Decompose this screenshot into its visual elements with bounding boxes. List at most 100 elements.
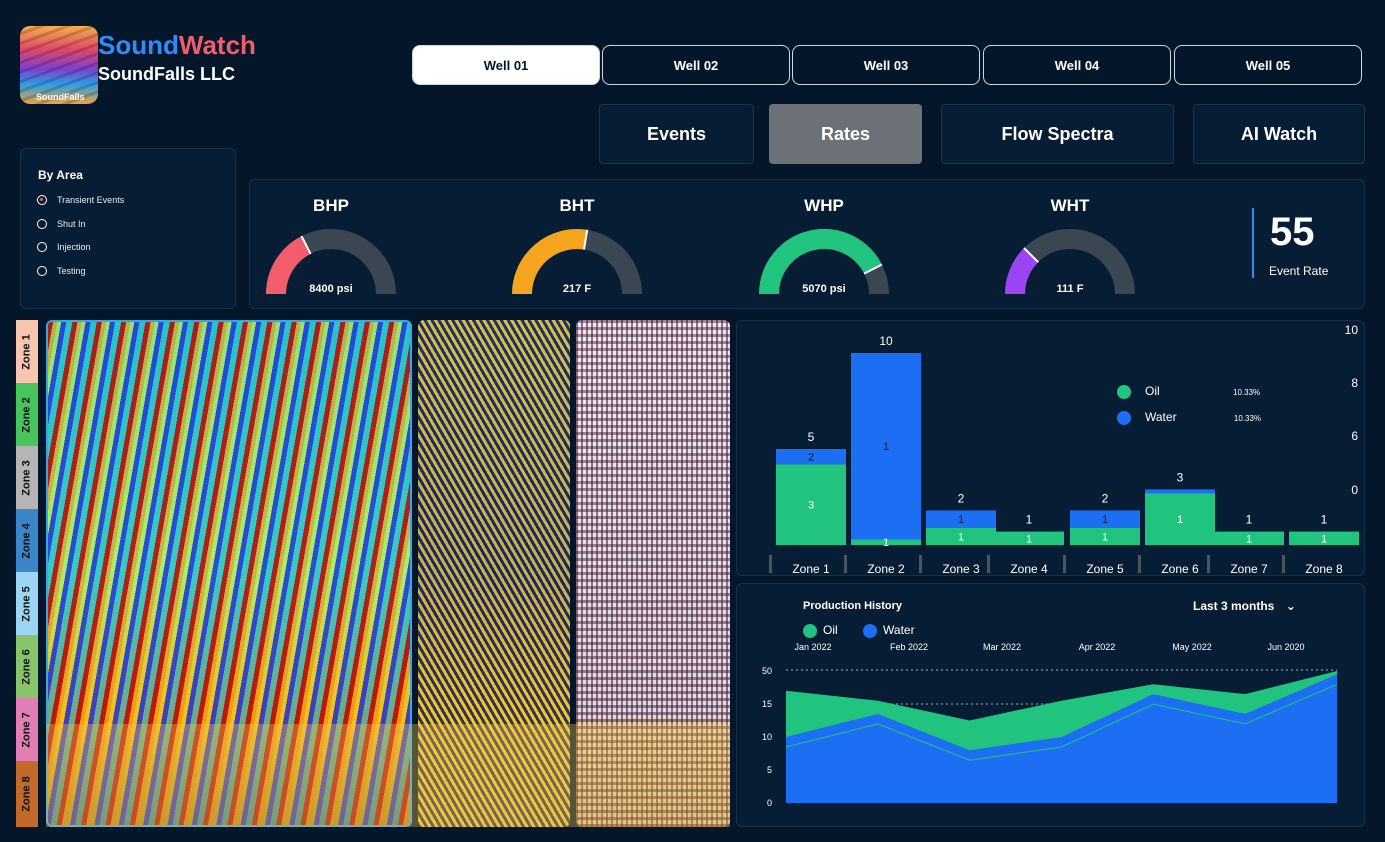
- bar-oil-label: 1: [958, 531, 964, 543]
- x-tick-label: Jan 2022: [794, 642, 831, 652]
- chevron-down-icon: ⌄: [1285, 599, 1296, 613]
- bar-total-label: 1: [1246, 513, 1253, 527]
- x-tick-label: Jun 2020: [1267, 642, 1304, 652]
- x-tick-label: Zone 3: [942, 562, 980, 576]
- y-tick-label: 0: [1351, 483, 1358, 497]
- x-tick-label: Mar 2022: [983, 642, 1021, 652]
- radio-icon[interactable]: [37, 242, 47, 252]
- bar-total-label: 10: [879, 334, 893, 348]
- y-tick-label: 15: [762, 699, 772, 709]
- y-tick-label: 0: [767, 798, 772, 808]
- radio-icon[interactable]: [37, 266, 47, 276]
- water-dot-icon: [1117, 410, 1131, 425]
- gauge-title-bht: BHT: [559, 196, 595, 215]
- das-waterfall-heatmap[interactable]: [46, 320, 412, 827]
- range-select[interactable]: Last 3 months ⌄: [1193, 599, 1296, 613]
- legend-water: Water 10.33%: [1117, 410, 1261, 425]
- radio-selected-icon[interactable]: [37, 195, 47, 205]
- bar-oil-label: 1: [883, 537, 889, 549]
- gauge-value-bht: 217 F: [562, 283, 592, 295]
- gauge-value-whp: 5070 psi: [802, 283, 846, 295]
- logo-text: SoundFalls: [36, 92, 85, 102]
- radio-transient-events[interactable]: Transient Events: [37, 192, 124, 208]
- x-tick-label: Feb 2022: [890, 642, 928, 652]
- zone-label-5: Zone 5: [16, 572, 38, 635]
- bar-total-label: 5: [808, 430, 815, 444]
- bar-total-label: 2: [1102, 491, 1109, 505]
- bar-oil-label: 3: [808, 500, 814, 512]
- x-tick-mark: [1282, 555, 1285, 573]
- oil-dot-icon: [1117, 384, 1131, 399]
- area-filter-title: By Area: [38, 168, 83, 182]
- tab-rates[interactable]: Rates: [769, 104, 922, 164]
- gauge-title-bhp: BHP: [313, 196, 349, 215]
- bar-water-label: 1: [1102, 514, 1108, 526]
- event-rate-value: 55: [1270, 210, 1315, 254]
- bar-oil-label: 1: [1246, 533, 1252, 545]
- water-dot-icon: [863, 623, 878, 638]
- x-tick-mark: [769, 555, 772, 573]
- radio-shut-in[interactable]: Shut In: [37, 216, 86, 232]
- production-history-title: Production History: [803, 600, 903, 612]
- zone-label-1: Zone 1: [16, 320, 38, 383]
- bar-oil-label: 1: [1177, 514, 1183, 526]
- bar-water-label: 1: [958, 514, 964, 526]
- event-rate-label: Event Rate: [1269, 264, 1329, 278]
- y-tick-label: 5: [767, 765, 772, 775]
- bar-total-label: 1: [1321, 513, 1328, 527]
- bar-water-label: 1: [883, 441, 889, 453]
- bar-total-label: 3: [1177, 470, 1184, 484]
- radio-testing[interactable]: Testing: [37, 263, 86, 279]
- company-name: SoundFalls LLC: [98, 64, 235, 84]
- y-tick-label: 10: [1345, 323, 1359, 337]
- history-legend: Oil Water: [803, 623, 915, 638]
- x-tick-label: Zone 2: [867, 562, 905, 576]
- tab-ai-watch[interactable]: AI Watch: [1193, 104, 1365, 164]
- x-tick-label: May 2022: [1172, 642, 1212, 652]
- zone-label-3: Zone 3: [16, 446, 38, 509]
- y-tick-label: 6: [1351, 429, 1358, 443]
- bar-total-label: 2: [958, 491, 965, 505]
- tab-well-05[interactable]: Well 05: [1174, 45, 1362, 85]
- company-logo: SoundFalls: [20, 26, 98, 104]
- zone-label-2: Zone 2: [16, 383, 38, 446]
- y-tick-label: 8: [1351, 376, 1358, 390]
- x-tick-label: Zone 8: [1305, 562, 1343, 576]
- tab-well-01[interactable]: Well 01: [412, 45, 600, 85]
- tab-flow-spectra[interactable]: Flow Spectra: [941, 104, 1174, 164]
- x-tick-mark: [1063, 555, 1066, 573]
- oil-dot-icon: [803, 623, 817, 638]
- bar-water: [1145, 489, 1215, 494]
- gauge-value-wht: 111 F: [1056, 283, 1084, 295]
- x-tick-mark: [919, 555, 922, 573]
- event-rate-divider: [1252, 208, 1254, 278]
- x-tick-label: Zone 5: [1086, 562, 1124, 576]
- tab-well-04[interactable]: Well 04: [983, 45, 1171, 85]
- zone-rates-bar-chart: 532Zone 11011Zone 2211Zone 311Zone 4211Z…: [769, 323, 1359, 576]
- strain-heatmap[interactable]: [418, 320, 570, 827]
- tab-events[interactable]: Events: [599, 104, 754, 164]
- gauge-title-wht: WHT: [1050, 196, 1090, 215]
- x-tick-label: Zone 4: [1010, 562, 1048, 576]
- y-tick-label: 50: [762, 666, 772, 676]
- zone-label-4: Zone 4: [16, 509, 38, 572]
- radio-icon[interactable]: [37, 219, 47, 229]
- tab-well-02[interactable]: Well 02: [602, 45, 790, 85]
- x-tick-mark: [1138, 555, 1141, 573]
- y-tick-label: 10: [762, 732, 772, 742]
- radio-injection[interactable]: Injection: [37, 239, 91, 255]
- x-tick-label: Apr 2022: [1079, 642, 1116, 652]
- production-history-area-chart: 50151050Jan 2022 Feb 2022 Mar 2022 Apr 2022…: [762, 642, 1338, 808]
- gauge-value-bhp: 8400 psi: [309, 283, 353, 295]
- x-tick-mark: [987, 555, 990, 573]
- zone-label-6: Zone 6: [16, 635, 38, 698]
- x-tick-mark: [844, 555, 847, 573]
- x-tick-label: Zone 6: [1161, 562, 1199, 576]
- tab-well-03[interactable]: Well 03: [792, 45, 980, 85]
- x-tick-label: Zone 7: [1230, 562, 1268, 576]
- bar-water-label: 2: [808, 452, 814, 464]
- noise-heatmap[interactable]: [576, 320, 730, 827]
- x-tick-label: Zone 1: [792, 562, 830, 576]
- bar-oil-label: 1: [1026, 533, 1032, 545]
- bar-oil-label: 1: [1102, 531, 1108, 543]
